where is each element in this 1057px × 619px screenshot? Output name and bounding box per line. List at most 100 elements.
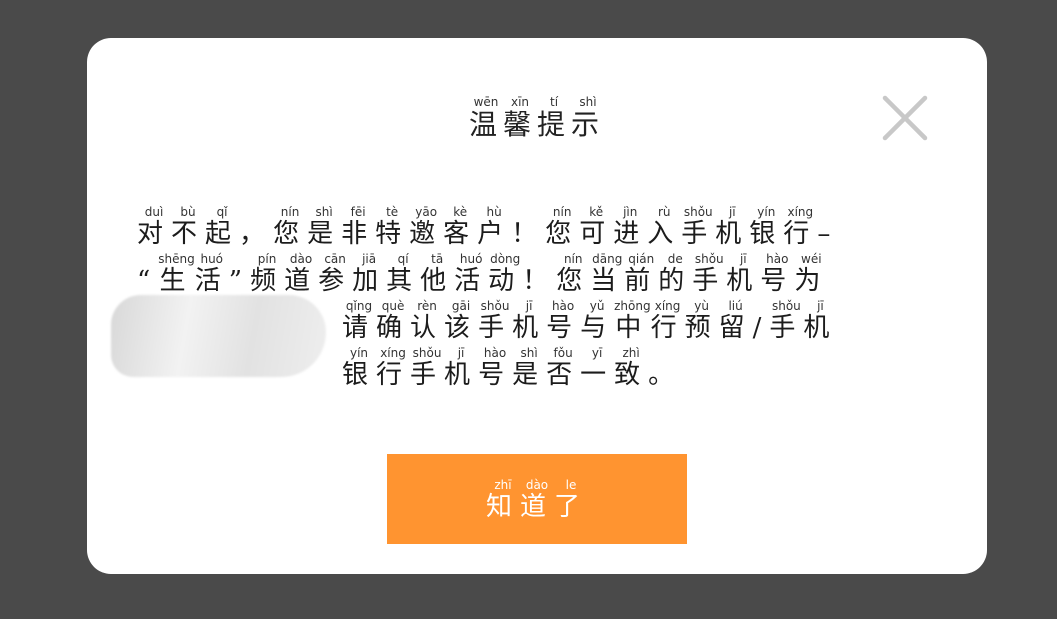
ruby-char: 机jī <box>444 346 479 390</box>
ruby-char: 活huó <box>454 252 489 296</box>
ruby-char: 。 <box>648 360 683 390</box>
ruby-char: 其qí <box>386 252 421 296</box>
ruby-char: 与yǔ <box>580 299 615 343</box>
pinyin: jī <box>715 205 750 219</box>
pinyin: xīn <box>502 95 537 109</box>
ruby-char: 致zhì <box>614 346 649 390</box>
pinyin: jìn <box>613 205 648 219</box>
pinyin: shēng <box>158 252 195 266</box>
pinyin: qí <box>386 252 421 266</box>
ruby-char: 您nín <box>545 205 580 249</box>
pinyin: hào <box>760 252 795 266</box>
pinyin: zhī <box>485 477 520 492</box>
ruby-char: – <box>817 219 839 249</box>
pinyin: qián <box>624 252 659 266</box>
ruby-char: 的de <box>658 252 693 296</box>
pinyin: rèn <box>410 299 445 313</box>
pinyin: shǒu <box>769 299 804 313</box>
ruby-char: 动dòng <box>488 252 523 296</box>
redacted-phone-number <box>111 295 326 377</box>
ruby-char: 进jìn <box>613 205 648 249</box>
ruby-char: 为wéi <box>794 252 829 296</box>
pinyin: nín <box>556 252 591 266</box>
pinyin: wēn <box>468 95 503 109</box>
ruby-char: 提tí <box>537 95 572 141</box>
pinyin: huó <box>194 252 229 266</box>
pinyin: dào <box>519 477 554 492</box>
ruby-char: 是shì <box>512 346 547 390</box>
ruby-char: 号hào <box>760 252 795 296</box>
ruby-char: 知zhī <box>485 477 520 522</box>
ruby-char: “ <box>137 266 159 296</box>
ok-button[interactable]: 知zhī道dào了le <box>387 454 687 544</box>
pinyin: le <box>554 477 588 492</box>
close-button[interactable] <box>881 94 929 142</box>
ruby-char: 示shì <box>571 95 606 141</box>
pinyin: jī <box>512 299 547 313</box>
ruby-char: 可kě <box>579 205 614 249</box>
pinyin: zhōng <box>614 299 651 313</box>
pinyin: hù <box>477 205 512 219</box>
pinyin: dào <box>284 252 319 266</box>
pinyin: tí <box>537 95 572 109</box>
pinyin: nín <box>273 205 308 219</box>
ruby-char: 您nín <box>273 205 308 249</box>
pinyin: zhì <box>614 346 649 360</box>
ruby-char: 您nín <box>556 252 591 296</box>
ruby-char: 手shǒu <box>681 205 716 249</box>
ruby-char: 手shǒu <box>478 299 513 343</box>
message-line: 对duì不bù起qǐ，您nín是shì非fēi特tè邀yāo客kè户hù！您ní… <box>137 205 952 253</box>
ruby-char: 频pín <box>250 252 285 296</box>
pinyin: shì <box>307 205 342 219</box>
ruby-char: 加jiā <box>352 252 387 296</box>
ruby-char: 该gāi <box>444 299 479 343</box>
ruby-char: 确què <box>376 299 411 343</box>
message-line: “生shēng活huó”频pín道dào参cān加jiā其qí他tā活huó动d… <box>137 252 952 300</box>
ruby-char: 号hào <box>478 346 513 390</box>
ruby-char: 不bù <box>171 205 206 249</box>
pinyin: tè <box>375 205 410 219</box>
ruby-char: 参cān <box>318 252 353 296</box>
ruby-char: 手shǒu <box>410 346 445 390</box>
ruby-char: 客kè <box>443 205 478 249</box>
pinyin: cān <box>318 252 353 266</box>
ruby-char: 对duì <box>137 205 172 249</box>
pinyin: kè <box>443 205 478 219</box>
pinyin: qǐng <box>342 299 376 313</box>
pinyin: rù <box>647 205 682 219</box>
pinyin: shǒu <box>478 299 513 313</box>
ruby-char: 道dào <box>284 252 319 296</box>
pinyin: qǐ <box>205 205 240 219</box>
ruby-char: 机jī <box>715 205 750 249</box>
pinyin: jī <box>803 299 838 313</box>
pinyin: jiā <box>352 252 387 266</box>
pinyin: hào <box>546 299 581 313</box>
pinyin: xíng <box>376 346 411 360</box>
ruby-char: 特tè <box>375 205 410 249</box>
pinyin: wéi <box>794 252 829 266</box>
notice-dialog: 温wēn馨xīn提tí示shì 对duì不bù起qǐ，您nín是shì非fēi特… <box>87 38 987 574</box>
pinyin: bù <box>171 205 206 219</box>
pinyin: dòng <box>488 252 523 266</box>
pinyin: fēi <box>341 205 376 219</box>
pinyin: què <box>376 299 411 313</box>
ruby-char: 户hù <box>477 205 512 249</box>
ruby-char: 入rù <box>647 205 682 249</box>
pinyin: yù <box>684 299 719 313</box>
ruby-char: 温wēn <box>468 95 503 141</box>
pinyin: yín <box>749 205 784 219</box>
pinyin: tā <box>420 252 455 266</box>
pinyin: duì <box>137 205 171 219</box>
pinyin: shì <box>571 95 606 109</box>
pinyin: huó <box>454 252 489 266</box>
pinyin: yāo <box>409 205 444 219</box>
pinyin: yín <box>342 346 377 360</box>
ruby-char: 邀yāo <box>409 205 444 249</box>
pinyin: gāi <box>444 299 479 313</box>
pinyin: jī <box>726 252 761 266</box>
ruby-char: 非fēi <box>341 205 376 249</box>
pinyin: nín <box>545 205 580 219</box>
ruby-char: 前qián <box>624 252 659 296</box>
ruby-char: 手shǒu <box>692 252 727 296</box>
ruby-char: ” <box>228 266 251 296</box>
